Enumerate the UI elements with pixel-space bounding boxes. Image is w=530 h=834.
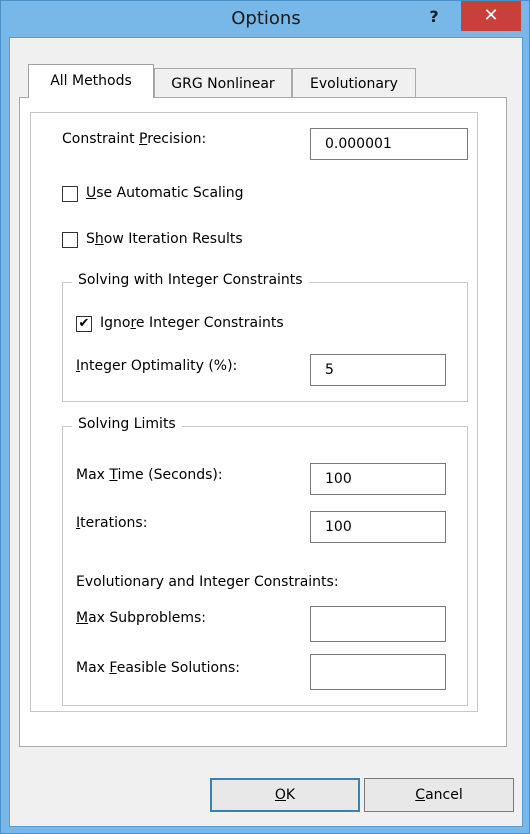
close-button[interactable]: ✕	[461, 1, 521, 31]
ignore-integer-constraints-label[interactable]: Ignore Integer Constraints	[100, 315, 284, 331]
max-subproblems-input[interactable]	[310, 606, 446, 642]
use-automatic-scaling-label[interactable]: Use Automatic Scaling	[86, 185, 244, 201]
evolutionary-integer-heading: Evolutionary and Integer Constraints:	[76, 574, 339, 590]
show-iteration-results-checkbox[interactable]	[62, 232, 78, 248]
max-time-input[interactable]: 100	[310, 463, 446, 495]
integer-optimality-input[interactable]: 5	[310, 354, 446, 386]
help-button[interactable]: ?	[421, 3, 447, 31]
max-subproblems-label: Max Subproblems:	[76, 610, 206, 626]
show-iteration-results-label[interactable]: Show Iteration Results	[86, 231, 243, 247]
max-time-label: Max Time (Seconds):	[76, 467, 223, 483]
tab-evolutionary[interactable]: Evolutionary	[292, 68, 416, 98]
iterations-input[interactable]: 100	[310, 511, 446, 543]
max-feasible-solutions-input[interactable]	[310, 654, 446, 690]
tab-all-methods[interactable]: All Methods	[28, 64, 154, 98]
constraint-precision-label: Constraint Precision:	[62, 131, 207, 147]
solving-limits-legend: Solving Limits	[72, 416, 182, 432]
integer-optimality-label: Integer Optimality (%):	[76, 358, 238, 374]
tab-grg-nonlinear[interactable]: GRG Nonlinear	[154, 68, 292, 98]
ok-button[interactable]: OK	[210, 778, 360, 812]
integer-constraints-legend: Solving with Integer Constraints	[72, 272, 309, 288]
use-automatic-scaling-checkbox[interactable]	[62, 186, 78, 202]
constraint-precision-input[interactable]: 0.000001	[310, 128, 468, 160]
max-feasible-solutions-label: Max Feasible Solutions:	[76, 660, 240, 676]
iterations-label: Iterations:	[76, 515, 148, 531]
ignore-integer-constraints-checkbox[interactable]: ✔	[76, 316, 92, 332]
dialog-title: Options	[231, 8, 301, 29]
cancel-button[interactable]: Cancel	[364, 778, 514, 812]
